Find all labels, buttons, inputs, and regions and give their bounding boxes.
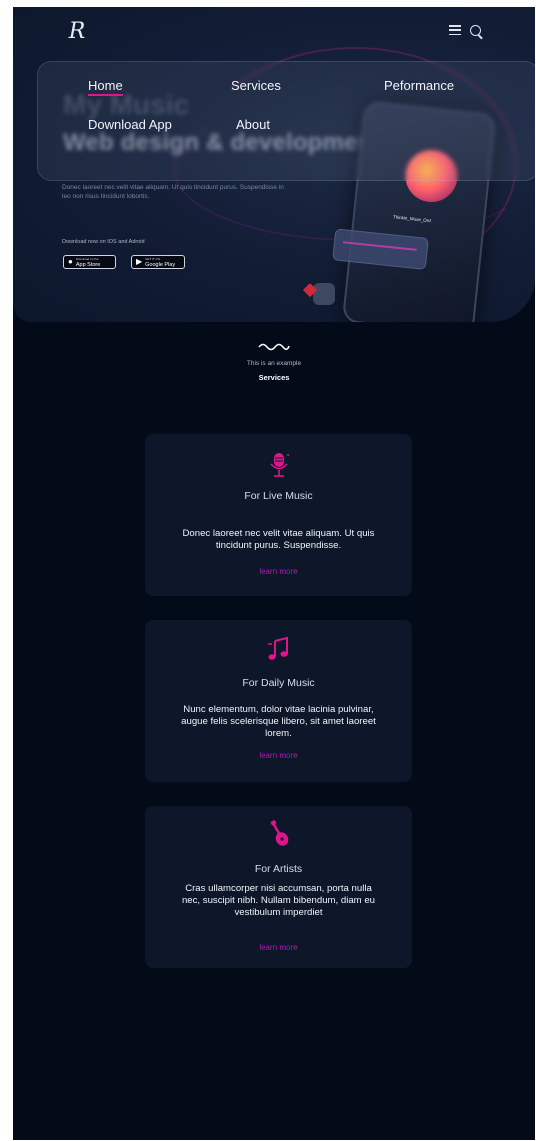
app-store-label: App Store bbox=[75, 261, 101, 268]
app-store-button[interactable]: ● Download on the App Store bbox=[63, 255, 116, 269]
brand-logo[interactable]: R bbox=[63, 18, 91, 46]
microphone-icon bbox=[270, 453, 289, 477]
service-card-artists: For Artists Cras ullamcorper nisi accums… bbox=[145, 806, 412, 968]
wave-icon bbox=[258, 343, 290, 351]
menu-icon[interactable] bbox=[449, 25, 461, 35]
like-badge bbox=[313, 283, 335, 305]
music-notes-icon bbox=[268, 636, 288, 660]
nav-download-app[interactable]: Download App bbox=[88, 117, 172, 132]
learn-more-link[interactable]: learn more bbox=[145, 943, 412, 952]
apple-icon: ● bbox=[68, 257, 73, 266]
play-triangle-icon: ▶ bbox=[136, 257, 143, 266]
card-text: Donec laoreet nec velit vitae aliquam. U… bbox=[182, 528, 375, 551]
song-title: Thinkin_Muse_Ord bbox=[392, 214, 432, 224]
search-icon[interactable] bbox=[470, 25, 481, 36]
hero-description: Donec laoreet nec velit vitae aliquam. U… bbox=[62, 184, 284, 200]
google-play-button[interactable]: ▶ GET IT ON Google Play bbox=[131, 255, 185, 269]
download-label: Download now on IOS and Adroid bbox=[62, 239, 145, 245]
google-play-label: Google Play bbox=[145, 261, 176, 268]
learn-more-link[interactable]: learn more bbox=[145, 751, 412, 760]
card-text: Cras ullamcorper nisi accumsan, porta nu… bbox=[181, 883, 376, 918]
guitar-icon bbox=[270, 820, 289, 846]
card-text: Nunc elementum, dolor vitae lacinia pulv… bbox=[181, 704, 376, 739]
learn-more-link[interactable]: learn more bbox=[145, 567, 412, 576]
service-card-live-music: For Live Music Donec laoreet nec velit v… bbox=[145, 434, 412, 596]
page: My Music Web design & development Thinki… bbox=[13, 7, 535, 1140]
nav-services[interactable]: Services bbox=[231, 78, 281, 93]
card-title: For Artists bbox=[254, 863, 303, 875]
nav-home[interactable]: Home bbox=[88, 78, 123, 96]
section-subtitle: This is an example bbox=[246, 360, 302, 367]
nav-about[interactable]: About bbox=[236, 117, 270, 132]
card-title: For Live Music bbox=[244, 490, 313, 502]
nav-performance[interactable]: Peformance bbox=[384, 78, 454, 93]
section-title: Services bbox=[258, 373, 290, 382]
card-title: For Daily Music bbox=[242, 677, 315, 689]
service-card-daily-music: For Daily Music Nunc elementum, dolor vi… bbox=[145, 620, 412, 782]
